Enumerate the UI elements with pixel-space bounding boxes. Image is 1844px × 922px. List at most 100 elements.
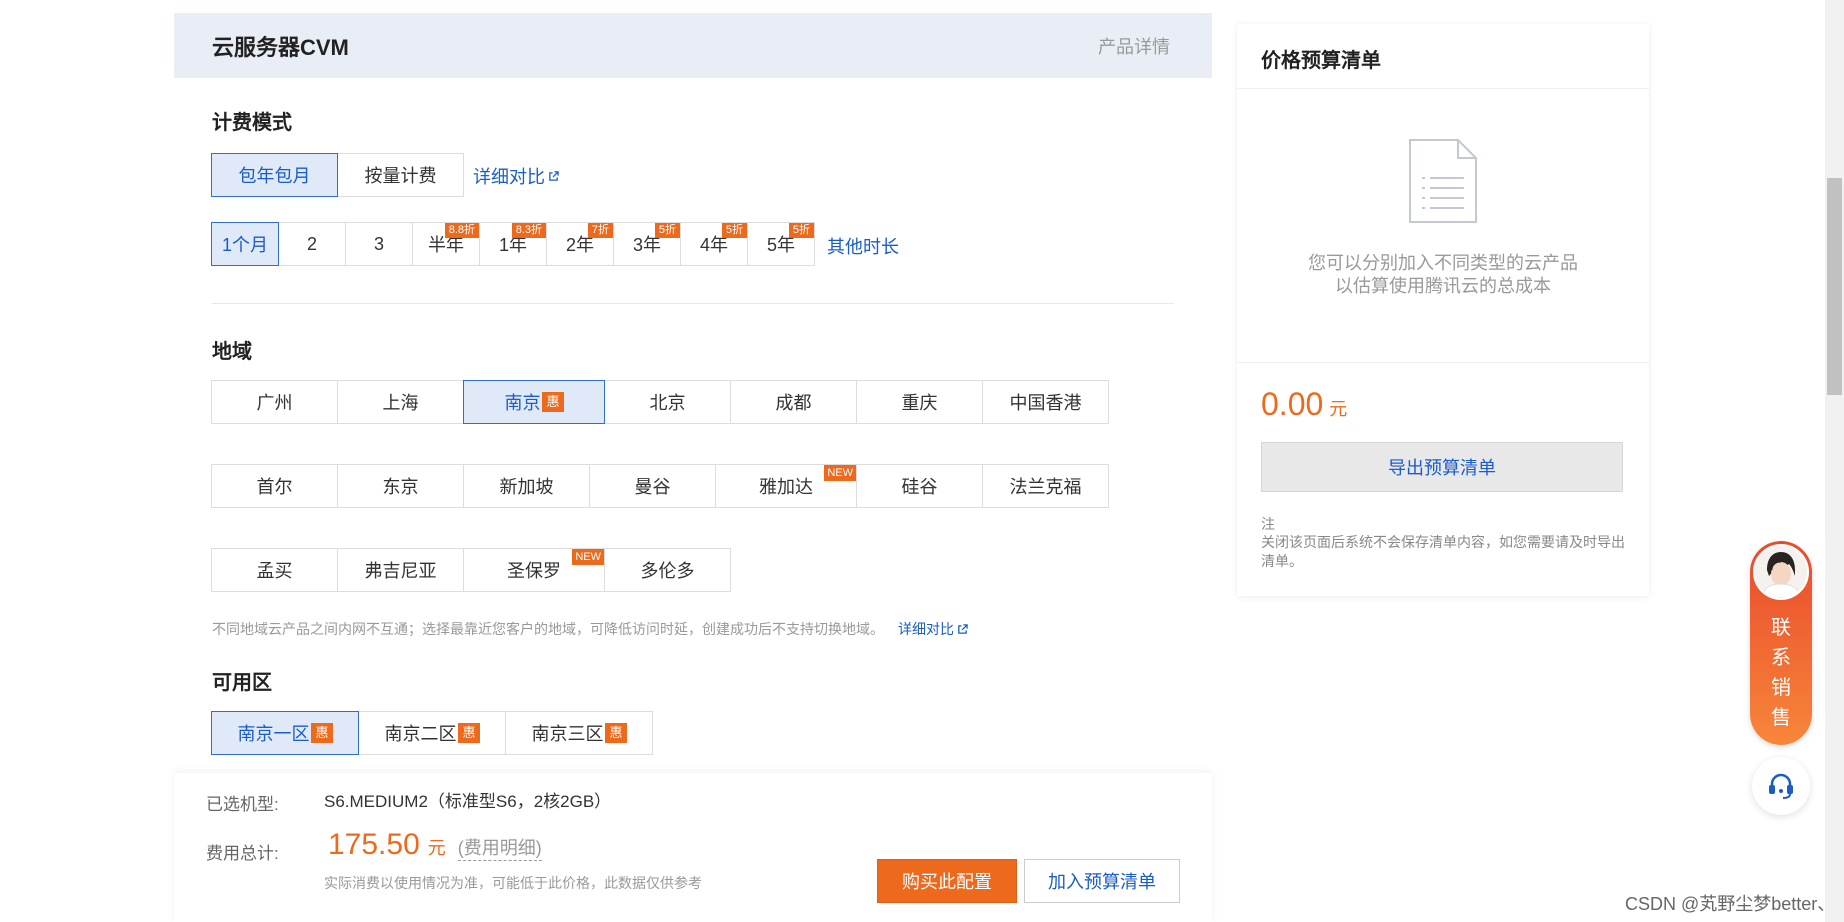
scrollbar-thumb[interactable] (1827, 178, 1842, 395)
budget-note-heading: 注 (1261, 516, 1275, 532)
export-budget-button[interactable]: 导出预算清单 (1261, 442, 1623, 492)
zone-nanjing-3[interactable]: 南京三区惠 (505, 711, 653, 755)
hui-badge: 惠 (458, 723, 480, 743)
external-link-icon (549, 170, 559, 181)
region-tokyo[interactable]: 东京 (337, 464, 464, 508)
discount-badge: 5折 (721, 223, 747, 238)
region-chengdu[interactable]: 成都 (730, 380, 857, 424)
region-label: 广州 (256, 393, 293, 413)
contact-sales-label: 联系销售 (1750, 613, 1812, 733)
region-shanghai[interactable]: 上海 (337, 380, 464, 424)
zone-group: 南京一区惠 南京二区惠 南京三区惠 (211, 711, 653, 755)
billing-mode-group: 包年包月 按量计费 (211, 153, 464, 197)
model-label: 已选机型: (206, 795, 279, 814)
billing-compare-label: 详细对比 (473, 167, 545, 187)
section-divider (212, 303, 1174, 304)
scrollbar-track[interactable] (1825, 0, 1844, 922)
region-row-3: 孟买 弗吉尼亚 圣保罗 NEW 多伦多 (211, 548, 731, 592)
discount-badge: 5折 (654, 223, 680, 238)
person-icon (1755, 546, 1807, 598)
duration-label: 3 (373, 233, 384, 254)
region-mumbai[interactable]: 孟买 (211, 548, 338, 592)
region-hongkong[interactable]: 中国香港 (982, 380, 1109, 424)
region-label: 硅谷 (901, 477, 938, 497)
region-label: 孟买 (256, 561, 293, 581)
duration-4-year[interactable]: 4年 5折 (680, 222, 748, 266)
hui-badge: 惠 (311, 723, 333, 743)
model-value: S6.MEDIUM2（标准型S6，2核2GB） (324, 792, 612, 811)
region-label: 多伦多 (640, 561, 695, 581)
product-header: 云服务器CVM 产品详情 (174, 13, 1212, 78)
duration-label: 1个月 (221, 235, 268, 255)
duration-half-year[interactable]: 半年 8.8折 (412, 222, 480, 266)
other-duration-link[interactable]: 其他时长 (827, 233, 899, 259)
duration-1-year[interactable]: 1年 8.3折 (479, 222, 547, 266)
zone-label: 南京三区 (531, 724, 604, 744)
budget-total-unit: 元 (1329, 399, 1348, 419)
region-label: 东京 (382, 477, 419, 497)
region-silicon-valley[interactable]: 硅谷 (856, 464, 983, 508)
region-toronto[interactable]: 多伦多 (604, 548, 731, 592)
discount-badge: 7折 (587, 223, 613, 238)
duration-3[interactable]: 3 (345, 222, 413, 266)
new-badge: NEW (824, 465, 856, 481)
region-jakarta[interactable]: 雅加达 NEW (715, 464, 857, 508)
duration-2-year[interactable]: 2年 7折 (546, 222, 614, 266)
region-chongqing[interactable]: 重庆 (856, 380, 983, 424)
add-to-budget-button[interactable]: 加入预算清单 (1024, 859, 1180, 903)
price-unit: 元 (427, 838, 446, 858)
region-label: 法兰克福 (1009, 477, 1082, 497)
billing-option-prepaid[interactable]: 包年包月 (211, 153, 338, 197)
contact-sales-button[interactable]: 联系销售 (1750, 541, 1812, 745)
contact-sales-text: 联系销售 (1771, 617, 1791, 729)
duration-3-year[interactable]: 3年 5折 (613, 222, 681, 266)
region-label: 曼谷 (634, 477, 671, 497)
region-beijing[interactable]: 北京 (604, 380, 731, 424)
budget-empty-line2: 以估算使用腾讯云的总成本 (1335, 276, 1551, 296)
zone-label: 南京二区 (384, 724, 457, 744)
region-frankfurt[interactable]: 法兰克福 (982, 464, 1109, 508)
region-label: 首尔 (256, 477, 293, 497)
new-badge: NEW (572, 549, 604, 565)
duration-5-year[interactable]: 5年 5折 (747, 222, 815, 266)
region-note: 不同地域云产品之间内网不互通；选择最靠近您客户的地域，可降低访问时延，创建成功后… (212, 619, 968, 639)
region-label: 雅加达 (759, 477, 813, 497)
region-compare-link[interactable]: 详细对比 (898, 619, 968, 639)
region-bangkok[interactable]: 曼谷 (589, 464, 716, 508)
region-nanjing[interactable]: 南京惠 (463, 380, 605, 424)
hui-badge: 惠 (542, 392, 564, 412)
customer-service-button[interactable] (1752, 757, 1810, 815)
external-link-icon (958, 623, 968, 634)
region-seoul[interactable]: 首尔 (211, 464, 338, 508)
billing-option-postpaid[interactable]: 按量计费 (337, 153, 464, 197)
zone-nanjing-1[interactable]: 南京一区惠 (211, 711, 359, 755)
fee-detail-link[interactable]: (费用明细) (457, 834, 542, 861)
zone-label: 南京一区 (237, 724, 310, 744)
billing-compare-link[interactable]: 详细对比 (473, 163, 559, 189)
duration-1-month[interactable]: 1个月 (211, 222, 279, 266)
region-label: 上海 (382, 393, 419, 413)
region-label: 成都 (775, 393, 812, 413)
duration-2[interactable]: 2 (278, 222, 346, 266)
region-sao-paulo[interactable]: 圣保罗 NEW (463, 548, 605, 592)
budget-panel: 价格预算清单 您可以分别加入不同类型的云产品 以估算使用腾讯云的总成本 0.00… (1237, 24, 1649, 596)
divider (1237, 88, 1649, 89)
hui-badge: 惠 (605, 723, 627, 743)
sales-avatar (1753, 544, 1809, 600)
region-label: 北京 (649, 393, 686, 413)
region-label: 重庆 (901, 393, 938, 413)
price-disclaimer: 实际消费以使用情况为准，可能低于此价格，此数据仅供参考 (324, 875, 702, 891)
region-guangzhou[interactable]: 广州 (211, 380, 338, 424)
buy-button[interactable]: 购买此配置 (877, 859, 1017, 903)
billing-mode-title: 计费模式 (212, 112, 292, 134)
zone-nanjing-2[interactable]: 南京二区惠 (358, 711, 506, 755)
region-note-text: 不同地域云产品之间内网不互通；选择最靠近您客户的地域，可降低访问时延，创建成功后… (212, 621, 884, 637)
budget-total-amount: 0.00 (1261, 386, 1324, 422)
price-amount: 175.50 (328, 828, 420, 861)
discount-badge: 8.3折 (511, 223, 546, 238)
region-singapore[interactable]: 新加坡 (463, 464, 590, 508)
region-label: 南京 (504, 393, 541, 413)
region-title: 地域 (212, 341, 252, 363)
region-virginia[interactable]: 弗吉尼亚 (337, 548, 464, 592)
product-detail-link[interactable]: 产品详情 (1098, 33, 1170, 59)
